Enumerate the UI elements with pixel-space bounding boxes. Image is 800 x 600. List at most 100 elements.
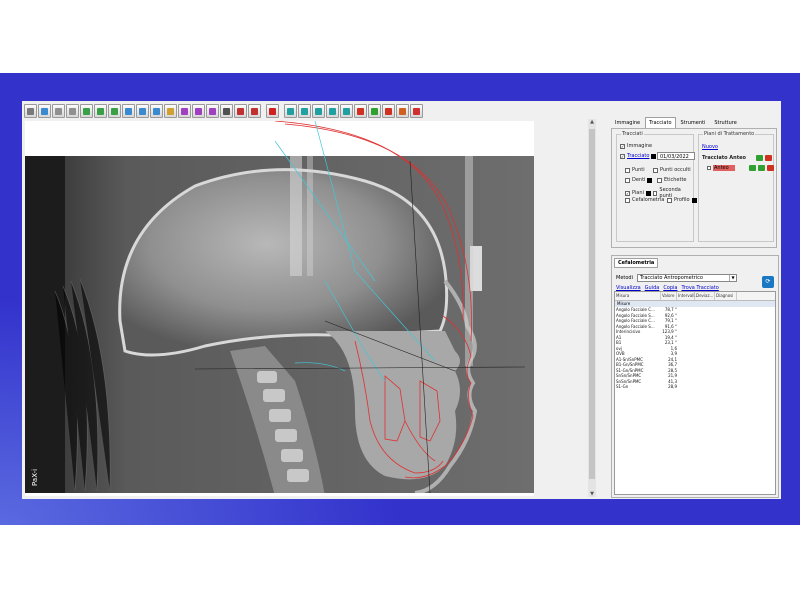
punti-occulti-label: Punti occulti <box>660 167 691 173</box>
method-select[interactable]: Tracciato Antropometrico ▼ <box>636 274 737 282</box>
select-tool-button[interactable] <box>24 104 37 118</box>
measure-angle-icon <box>209 107 216 115</box>
rotate-button[interactable] <box>80 104 93 118</box>
measure-angle-button[interactable] <box>206 104 219 118</box>
profilo-checkbox[interactable] <box>667 197 672 203</box>
remove-plan-icon[interactable] <box>767 165 774 171</box>
undo-button[interactable] <box>52 104 65 118</box>
tracciato-link[interactable]: Tracciato <box>627 153 649 159</box>
piani-title: Piani di Trattamento <box>703 131 756 137</box>
print-icon <box>329 107 336 115</box>
power-button[interactable] <box>410 104 423 118</box>
chevron-down-icon[interactable]: ▼ <box>728 275 736 281</box>
profilo-color-swatch[interactable] <box>691 197 697 203</box>
add-plan-icon[interactable] <box>756 155 763 161</box>
denti-checkbox[interactable] <box>625 177 630 183</box>
shape-button[interactable] <box>248 104 261 118</box>
screen-button[interactable] <box>284 104 297 118</box>
xray-viewer[interactable]: PaX-i <box>25 121 534 496</box>
close-icon <box>385 107 392 115</box>
column-deviazione[interactable]: Deviaz... <box>695 292 715 300</box>
measure-horizontal-button[interactable] <box>178 104 191 118</box>
scroll-thumb[interactable] <box>589 129 595 479</box>
measure-vertical-button[interactable] <box>192 104 205 118</box>
profilo-label: Profilo <box>674 197 690 203</box>
confirm-button[interactable] <box>368 104 381 118</box>
image-vertical-scrollbar[interactable]: ▲ ▼ <box>588 119 596 497</box>
undo-icon <box>55 107 62 115</box>
etichette-checkbox[interactable] <box>657 177 662 183</box>
confirm-icon <box>371 107 378 115</box>
save-button[interactable] <box>298 104 311 118</box>
zoom-out-button[interactable] <box>164 104 177 118</box>
column-diagnosi[interactable]: Diagnosi <box>715 292 737 300</box>
zoom-in-button[interactable] <box>150 104 163 118</box>
column-misura[interactable]: Misura <box>615 292 661 300</box>
scroll-down-icon[interactable]: ▼ <box>588 491 596 497</box>
brightness-icon <box>139 107 146 115</box>
apply-plan-icon[interactable] <box>749 165 756 171</box>
piani-checkbox[interactable]: ✓ <box>625 190 630 196</box>
table-row[interactable]: S1-Gn 28,9 <box>615 384 775 390</box>
seconda-punti-checkbox[interactable] <box>652 190 658 196</box>
tracciato-date-field[interactable]: 01/03/2022 <box>657 152 695 160</box>
metodi-label: Metodi <box>616 275 633 281</box>
zoom-out-icon <box>167 107 174 115</box>
exit-button[interactable] <box>396 104 409 118</box>
denti-label: Denti <box>632 177 646 183</box>
profile-button[interactable] <box>220 104 233 118</box>
pen-button[interactable] <box>234 104 247 118</box>
scroll-up-icon[interactable]: ▲ <box>588 119 596 125</box>
piani-color-swatch[interactable] <box>645 190 651 196</box>
tracciato-anteo-label: Tracciato Anteo <box>702 155 746 161</box>
play-plan-icon[interactable] <box>758 165 765 171</box>
flip-vertical-icon <box>111 107 118 115</box>
pdf-icon <box>357 107 364 115</box>
close-button[interactable] <box>382 104 395 118</box>
contrast-button[interactable] <box>122 104 135 118</box>
measurements-table[interactable]: Misura Valore Intervall... Deviaz... Dia… <box>614 291 776 495</box>
table-header: Misura Valore Intervall... Deviaz... Dia… <box>615 292 775 301</box>
punti-checkbox[interactable] <box>625 167 630 173</box>
tracciato-color-swatch[interactable] <box>651 153 657 159</box>
analysis-icon[interactable]: ⟳ <box>762 276 774 288</box>
cefalometria-checkbox[interactable] <box>625 197 630 203</box>
flip-vertical-button[interactable] <box>108 104 121 118</box>
print-button[interactable] <box>326 104 339 118</box>
record-button[interactable] <box>266 104 279 118</box>
nuovo-link[interactable]: Nuovo <box>702 144 718 150</box>
punti-label: Punti <box>632 167 645 173</box>
rotate-icon <box>83 107 90 115</box>
measure-vertical-icon <box>195 107 202 115</box>
brightness-button[interactable] <box>136 104 149 118</box>
export-button[interactable] <box>340 104 353 118</box>
column-valore[interactable]: Valore <box>661 292 677 300</box>
redo-button[interactable] <box>66 104 79 118</box>
table-body: Angolo Facciale C... 78,7 ° Angolo Faccial… <box>615 307 775 390</box>
toolbar <box>24 104 423 120</box>
pdf-button[interactable] <box>354 104 367 118</box>
cephalometric-xray[interactable] <box>25 121 534 496</box>
cefalometria-tab[interactable]: Cefalometria <box>614 258 659 268</box>
cell-misura: S1-Gn <box>616 384 629 389</box>
cefalometria-panel: Cefalometria Metodi Tracciato Antropomet… <box>611 255 779 498</box>
cell-diagnosi <box>715 384 737 390</box>
punti-occulti-checkbox[interactable] <box>653 167 658 173</box>
cell-intervallo <box>677 384 695 390</box>
application-window: PaX-i ▲ ▼ Immagine Tracciato Strumenti S… <box>22 101 781 499</box>
save-icon <box>301 107 308 115</box>
column-intervallo[interactable]: Intervall... <box>677 292 698 300</box>
tracciato-checkbox[interactable]: ✓ <box>620 153 625 159</box>
save-as-button[interactable] <box>312 104 325 118</box>
contrast-icon <box>125 107 132 115</box>
exit-icon <box>399 107 406 115</box>
denti-color-swatch[interactable] <box>647 177 653 183</box>
anteo-item[interactable]: Anteo <box>713 165 735 171</box>
move-tool-button[interactable] <box>38 104 51 118</box>
image-watermark: PaX-i <box>31 468 39 486</box>
redo-icon <box>69 107 76 115</box>
flip-horizontal-button[interactable] <box>94 104 107 118</box>
immagine-checkbox[interactable]: ✓ <box>620 143 625 149</box>
delete-plan-icon[interactable] <box>765 155 772 161</box>
anteo-checkbox[interactable] <box>707 166 711 170</box>
